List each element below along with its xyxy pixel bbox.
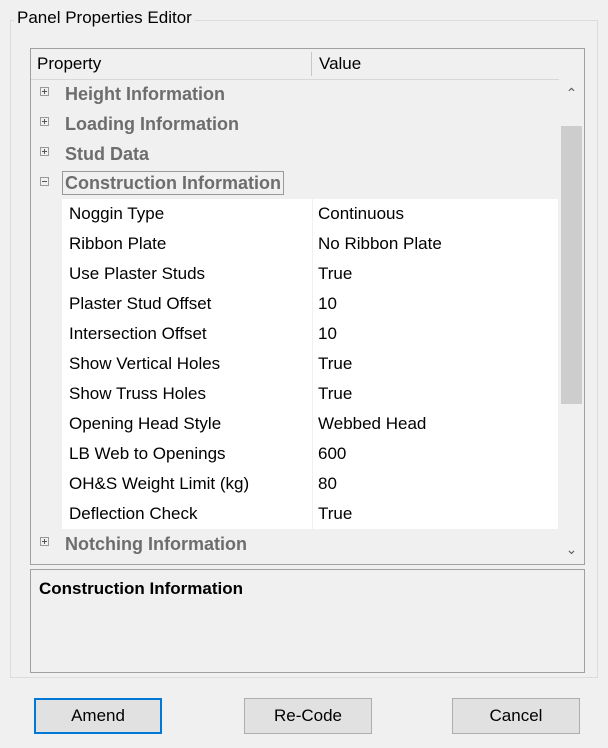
property-row-lb-web-to-openings[interactable]: LB Web to Openings 600	[31, 439, 558, 469]
scrollbar-thumb[interactable]	[561, 126, 582, 404]
property-value[interactable]: 10	[313, 319, 558, 349]
property-row-show-truss-holes[interactable]: Show Truss Holes True	[31, 379, 558, 409]
property-name: Deflection Check	[62, 499, 312, 529]
property-value[interactable]: Continuous	[313, 199, 558, 229]
property-row-ribbon-plate[interactable]: Ribbon Plate No Ribbon Plate	[31, 229, 558, 259]
property-row-use-plaster-studs[interactable]: Use Plaster Studs True	[31, 259, 558, 289]
property-value[interactable]: 80	[313, 469, 558, 499]
property-name: Ribbon Plate	[62, 229, 312, 259]
category-height-information[interactable]: Height Information	[31, 79, 558, 109]
property-name: Use Plaster Studs	[62, 259, 312, 289]
scroll-up-icon[interactable]: ⌃	[559, 81, 584, 106]
property-value[interactable]: 600	[313, 439, 558, 469]
category-loading-information[interactable]: Loading Information	[31, 109, 558, 139]
collapse-icon[interactable]	[40, 177, 49, 186]
property-value[interactable]: True	[313, 499, 558, 529]
property-name: Plaster Stud Offset	[62, 289, 312, 319]
cancel-button[interactable]: Cancel	[452, 698, 580, 734]
category-label: Stud Data	[65, 144, 150, 164]
property-row-noggin-type[interactable]: Noggin Type Continuous	[31, 199, 558, 229]
property-value[interactable]: 10	[313, 289, 558, 319]
category-label: Notching Information	[65, 534, 247, 554]
vertical-scrollbar[interactable]: ⌃ ⌄	[559, 79, 584, 564]
expand-icon[interactable]	[40, 147, 49, 156]
description-pane: Construction Information	[30, 569, 585, 673]
property-name: Noggin Type	[62, 199, 312, 229]
property-row-show-vertical-holes[interactable]: Show Vertical Holes True	[31, 349, 558, 379]
value-column-header[interactable]: Value	[319, 49, 361, 79]
property-row-intersection-offset[interactable]: Intersection Offset 10	[31, 319, 558, 349]
property-row-deflection-check[interactable]: Deflection Check True	[31, 499, 558, 529]
scroll-down-icon[interactable]: ⌄	[559, 537, 584, 562]
property-name: Show Vertical Holes	[62, 349, 312, 379]
property-value[interactable]: True	[313, 259, 558, 289]
property-name: Intersection Offset	[62, 319, 312, 349]
expand-icon[interactable]	[40, 537, 49, 546]
property-value[interactable]: True	[313, 379, 558, 409]
column-divider[interactable]	[311, 52, 312, 76]
category-label: Loading Information	[65, 114, 239, 134]
property-value[interactable]: No Ribbon Plate	[313, 229, 558, 259]
property-grid[interactable]: Property Value Height Information Loadin…	[30, 48, 585, 565]
property-value[interactable]: True	[313, 349, 558, 379]
category-stud-data[interactable]: Stud Data	[31, 139, 558, 169]
category-notching-information[interactable]: Notching Information	[31, 529, 558, 559]
property-row-ohs-weight-limit[interactable]: OH&S Weight Limit (kg) 80	[31, 469, 558, 499]
property-row-opening-head-style[interactable]: Opening Head Style Webbed Head	[31, 409, 558, 439]
property-name: Opening Head Style	[62, 409, 312, 439]
groupbox-title: Panel Properties Editor	[14, 6, 195, 30]
property-value[interactable]: Webbed Head	[313, 409, 558, 439]
grid-header: Property Value	[31, 49, 584, 80]
property-column-header[interactable]: Property	[37, 49, 101, 79]
property-name: OH&S Weight Limit (kg)	[62, 469, 312, 499]
category-label: Construction Information	[62, 171, 284, 195]
recode-button[interactable]: Re-Code	[244, 698, 372, 734]
category-construction-information[interactable]: Construction Information	[31, 169, 558, 199]
amend-button[interactable]: Amend	[34, 698, 162, 734]
description-title: Construction Information	[39, 579, 243, 598]
property-row-plaster-stud-offset[interactable]: Plaster Stud Offset 10	[31, 289, 558, 319]
grid-rows: Height Information Loading Information S…	[31, 79, 558, 564]
expand-icon[interactable]	[40, 87, 49, 96]
expand-icon[interactable]	[40, 117, 49, 126]
category-label: Height Information	[65, 84, 225, 104]
property-name: Show Truss Holes	[62, 379, 312, 409]
property-name: LB Web to Openings	[62, 439, 312, 469]
